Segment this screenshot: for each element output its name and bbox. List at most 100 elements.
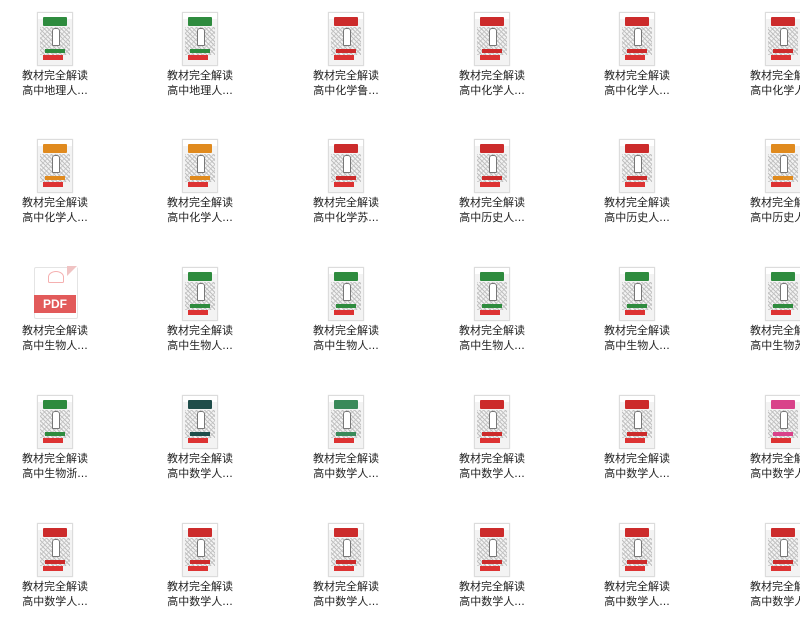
file-name-line1: 教材完全解读 bbox=[750, 580, 800, 593]
file-item[interactable]: 教材完全解读高中数学人... bbox=[145, 383, 255, 508]
file-name-line2: 高中数学人... bbox=[750, 467, 800, 480]
book-cover-thumbnail bbox=[328, 139, 364, 193]
file-item[interactable]: 教材完全解读高中化学人... bbox=[145, 127, 255, 252]
book-cover-thumbnail bbox=[765, 267, 800, 321]
file-item[interactable]: 教材完全解读 高中化学苏... bbox=[291, 127, 401, 252]
file-name: 教材完全解读高中生物苏... bbox=[728, 323, 800, 353]
file-name-line1: 教材完全解读 bbox=[750, 196, 800, 209]
book-cover-thumbnail bbox=[328, 395, 364, 449]
file-name-line1: 教材完全解读 bbox=[604, 69, 670, 82]
file-name: 教材完全解读 高中生物人... bbox=[291, 323, 401, 353]
file-name: 教材完全解读高中数学人... bbox=[291, 451, 401, 481]
file-name-line2: 高中生物人... bbox=[167, 339, 233, 352]
file-item[interactable]: 教材完全解读高中数学人... bbox=[582, 383, 692, 508]
file-name: 教材完全解读高中数学人... bbox=[728, 451, 800, 481]
file-item[interactable]: 教材完全解读高中历史人... bbox=[437, 127, 547, 252]
file-name-line1: 教材完全解读 bbox=[750, 69, 800, 82]
file-name-line2: 高中数学人... bbox=[167, 467, 233, 480]
file-item[interactable]: 教材完全解读 高中地理人... bbox=[0, 0, 110, 125]
file-name-line1: 教材完全解读 bbox=[313, 580, 379, 593]
file-item[interactable]: 教材完全解读高中化学人... bbox=[0, 127, 110, 252]
book-cover-thumbnail bbox=[765, 12, 800, 66]
file-name: 教材完全解读 高中化学苏... bbox=[291, 195, 401, 225]
file-name-line1: 教材完全解读 bbox=[22, 196, 88, 209]
file-name-line2: 高中生物苏... bbox=[750, 339, 800, 352]
file-name-line1: 教材完全解读 bbox=[22, 324, 88, 337]
file-name-line1: 教材完全解读 bbox=[604, 324, 670, 337]
file-item[interactable]: 教材完全解读高中数学人... bbox=[728, 511, 800, 636]
file-name-line1: 教材完全解读 bbox=[750, 324, 800, 337]
file-name-line2: 高中数学人... bbox=[167, 595, 233, 608]
file-item[interactable]: 教材完全解读高中数学人... bbox=[437, 511, 547, 636]
file-name-line2: 高中历史人... bbox=[604, 211, 670, 224]
file-name: 教材完全解读 高中生物人... bbox=[437, 323, 547, 353]
file-name-line2: 高中生物人... bbox=[22, 339, 88, 352]
file-name: 教材完全解读高中数学人... bbox=[437, 579, 547, 609]
file-name-line1: 教材完全解读 bbox=[604, 196, 670, 209]
book-cover-thumbnail bbox=[765, 139, 800, 193]
file-item[interactable]: 教材完全解读 高中生物人... bbox=[437, 255, 547, 380]
file-name-line2: 高中地理人... bbox=[167, 84, 233, 97]
file-item[interactable]: 教材完全解读高中化学人... bbox=[728, 0, 800, 125]
file-item[interactable]: 教材完全解读高中数学人... bbox=[291, 383, 401, 508]
file-name-line1: 教材完全解读 bbox=[313, 324, 379, 337]
file-name-line2: 高中生物人... bbox=[604, 339, 670, 352]
file-grid: 教材完全解读 高中地理人... 教材完全解读 高中地理人... 教材完全解读 高中化学鲁.… bbox=[0, 0, 800, 633]
file-name-line1: 教材完全解读 bbox=[22, 452, 88, 465]
book-cover-thumbnail bbox=[619, 267, 655, 321]
file-item[interactable]: 教材完全解读 高中生物人... bbox=[582, 255, 692, 380]
file-name: 教材完全解读高中数学人... bbox=[582, 451, 692, 481]
file-name-line1: 教材完全解读 bbox=[604, 452, 670, 465]
file-item[interactable]: 教材完全解读 高中化学鲁... bbox=[291, 0, 401, 125]
file-item[interactable]: 教材完全解读高中生物苏... bbox=[728, 255, 800, 380]
file-name-line2: 高中数学人... bbox=[604, 595, 670, 608]
file-name-line2: 高中数学人... bbox=[313, 467, 379, 480]
file-name-line2: 高中数学人... bbox=[313, 595, 379, 608]
file-name: 教材完全解读高中化学人... bbox=[0, 195, 110, 225]
file-name: 教材完全解读 高中化学鲁... bbox=[291, 68, 401, 98]
file-name: 教材完全解读高中数学人... bbox=[582, 579, 692, 609]
file-name-line1: 教材完全解读 bbox=[459, 452, 525, 465]
file-name-line1: 教材完全解读 bbox=[313, 196, 379, 209]
book-cover-thumbnail bbox=[765, 523, 800, 577]
file-name-line1: 教材完全解读 bbox=[459, 69, 525, 82]
file-name-line1: 教材完全解读 bbox=[167, 452, 233, 465]
file-name: 教材完全解读高中化学人... bbox=[437, 68, 547, 98]
book-cover-thumbnail bbox=[328, 12, 364, 66]
book-cover-thumbnail bbox=[474, 139, 510, 193]
file-item[interactable]: PDF 教材完全解读 高中生物人... bbox=[0, 255, 110, 380]
file-item[interactable]: 教材完全解读高中数学人... bbox=[582, 511, 692, 636]
file-name: 教材完全解读高中数学人... bbox=[145, 579, 255, 609]
file-name: 教材完全解读高中数学人... bbox=[437, 451, 547, 481]
file-name-line2: 高中化学人... bbox=[604, 84, 670, 97]
file-item[interactable]: 教材完全解读 高中生物人... bbox=[145, 255, 255, 380]
file-item[interactable]: 教材完全解读 高中生物浙... bbox=[0, 383, 110, 508]
file-item[interactable]: 教材完全解读高中数学人... bbox=[145, 511, 255, 636]
file-name: 教材完全解读高中化学人... bbox=[582, 68, 692, 98]
file-item[interactable]: 教材完全解读高中数学人... bbox=[728, 383, 800, 508]
file-item[interactable]: 教材完全解读 高中生物人... bbox=[291, 255, 401, 380]
file-item[interactable]: 教材完全解读高中数学人... bbox=[291, 511, 401, 636]
file-item[interactable]: 教材完全解读高中化学人... bbox=[437, 0, 547, 125]
file-item[interactable]: 教材完全解读 高中地理人... bbox=[145, 0, 255, 125]
pdf-file-icon: PDF bbox=[34, 266, 78, 319]
book-cover-thumbnail bbox=[474, 267, 510, 321]
file-name-line2: 高中数学人... bbox=[459, 467, 525, 480]
file-item[interactable]: 教材完全解读高中化学人... bbox=[582, 0, 692, 125]
file-name-line1: 教材完全解读 bbox=[22, 69, 88, 82]
book-cover-thumbnail bbox=[328, 267, 364, 321]
file-name-line2: 高中历史人... bbox=[750, 211, 800, 224]
file-name: 教材完全解读 高中地理人... bbox=[0, 68, 110, 98]
file-item[interactable]: 教材完全解读高中历史人... bbox=[728, 127, 800, 252]
file-item[interactable]: 教材完全解读高中数学人... bbox=[437, 383, 547, 508]
book-cover-thumbnail bbox=[765, 395, 800, 449]
file-name: 教材完全解读高中数学人... bbox=[0, 579, 110, 609]
file-name: 教材完全解读 高中生物人... bbox=[582, 323, 692, 353]
book-cover-thumbnail bbox=[328, 523, 364, 577]
file-name-line2: 高中数学人... bbox=[22, 595, 88, 608]
book-cover-thumbnail bbox=[619, 395, 655, 449]
file-item[interactable]: 教材完全解读高中数学人... bbox=[0, 511, 110, 636]
book-cover-thumbnail bbox=[182, 523, 218, 577]
file-item[interactable]: 教材完全解读高中历史人... bbox=[582, 127, 692, 252]
file-name-line2: 高中化学人... bbox=[167, 211, 233, 224]
